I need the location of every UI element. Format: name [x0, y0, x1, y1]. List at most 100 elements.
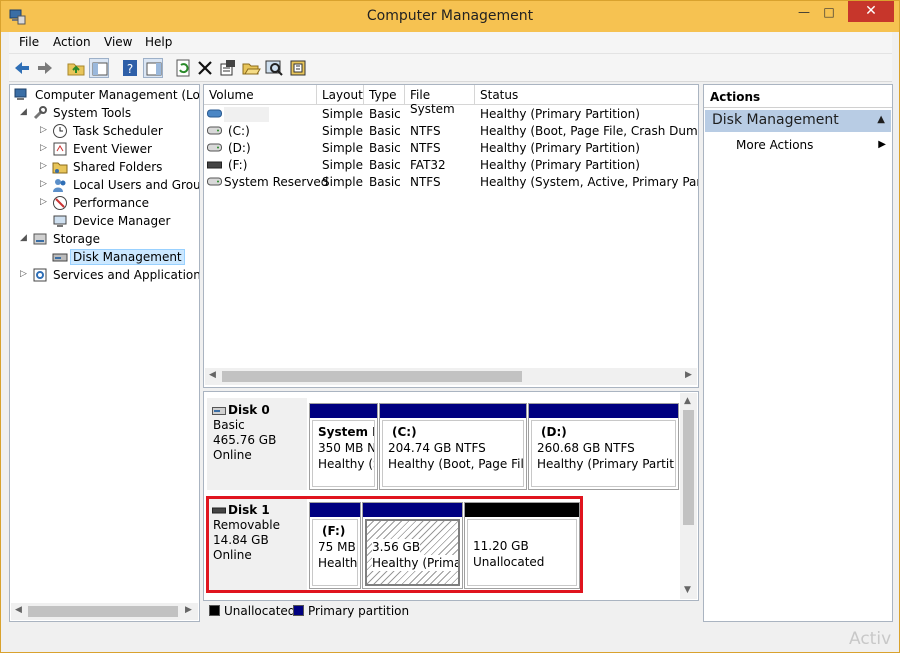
drive-icon: [207, 126, 222, 135]
scrollbar-thumb[interactable]: [28, 606, 178, 617]
volume-layout: Simple: [322, 175, 363, 189]
partition-status: Healthy (Boot, Page File,: [388, 457, 524, 471]
storage-icon: [33, 233, 47, 245]
svg-text:?: ?: [127, 62, 133, 76]
menu-help[interactable]: Help: [145, 35, 172, 49]
column-header-layout[interactable]: Layout: [317, 85, 364, 105]
primary-partition-bar: [529, 404, 678, 418]
scroll-right-icon[interactable]: ▶: [185, 605, 192, 615]
show-hide-tree-icon[interactable]: [89, 58, 109, 78]
legend-primary-partition: Primary partition: [308, 604, 410, 618]
delete-icon[interactable]: [195, 58, 215, 78]
column-header-type[interactable]: Type: [364, 85, 405, 105]
actions-section-disk-management[interactable]: Disk Management ▲: [705, 110, 891, 132]
scroll-left-icon[interactable]: ◀: [209, 370, 216, 380]
collapse-arrow-icon[interactable]: ◢: [20, 233, 30, 243]
tree-label: System Tools: [53, 106, 132, 120]
tree-horizontal-scrollbar[interactable]: ◀ ▶: [11, 603, 198, 620]
show-hide-action-pane-icon[interactable]: [143, 58, 163, 78]
actions-section-title: Disk Management: [712, 112, 839, 128]
maximize-button[interactable]: □: [814, 2, 844, 22]
primary-partition-bar: [380, 404, 526, 418]
table-row[interactable]: (C:) Simple Basic NTFS Healthy (Boot, Pa…: [204, 123, 698, 140]
search-disk-icon[interactable]: [264, 58, 284, 78]
expand-arrow-icon[interactable]: ▷: [40, 179, 50, 189]
volume-type: Basic: [369, 107, 401, 121]
collapse-triangle-icon[interactable]: ▲: [877, 114, 885, 125]
partition-system-reserved[interactable]: System Re 350 MB NT Healthy (S: [309, 403, 378, 490]
forward-icon[interactable]: [35, 58, 55, 78]
column-header-file-system[interactable]: File System: [405, 85, 475, 116]
open-folder-icon[interactable]: [241, 58, 261, 78]
column-header-volume[interactable]: Volume: [204, 85, 317, 105]
disk-0-label[interactable]: Disk 0 Basic 465.76 GB Online: [207, 398, 307, 490]
volume-layout: Simple: [322, 141, 363, 155]
table-row[interactable]: (D:) Simple Basic NTFS Healthy (Primary …: [204, 140, 698, 157]
list-horizontal-scrollbar[interactable]: ◀ ▶: [205, 368, 697, 385]
table-row[interactable]: Simple Basic Healthy (Primary Partition): [204, 106, 698, 123]
submenu-arrow-icon[interactable]: ▶: [878, 139, 886, 150]
expand-arrow-icon[interactable]: ▷: [40, 197, 50, 207]
volume-fs: NTFS: [410, 175, 441, 189]
expand-arrow-icon[interactable]: ▷: [20, 269, 30, 279]
clock-icon: [53, 124, 67, 138]
disk-management-icon: [52, 253, 68, 262]
volume-fs: FAT32: [410, 158, 446, 172]
navigation-tree: Computer Management (Local ◢ System Tool…: [9, 84, 200, 622]
volume-list: Volume Layout Type File System Status Si…: [203, 84, 699, 388]
more-actions-link[interactable]: More Actions: [736, 138, 813, 152]
menu-action[interactable]: Action: [53, 35, 91, 49]
scroll-up-icon[interactable]: ▲: [684, 396, 691, 406]
drive-icon: [207, 143, 222, 152]
table-row[interactable]: System Reserved Simple Basic NTFS Health…: [204, 174, 698, 191]
column-header-status[interactable]: Status: [475, 85, 698, 105]
refresh-icon[interactable]: [173, 58, 193, 78]
disk-name: Disk 0: [228, 403, 270, 417]
menu-file[interactable]: File: [19, 35, 39, 49]
disk-1-highlight: [206, 496, 583, 593]
help-icon[interactable]: ?: [120, 58, 140, 78]
partition-body: (D:) 260.68 GB NTFS Healthy (Primary Par…: [531, 420, 676, 487]
disk-map-vertical-scrollbar[interactable]: ▲ ▼: [680, 393, 697, 599]
menu-view[interactable]: View: [104, 35, 132, 49]
volume-name: (D:): [228, 141, 251, 155]
up-folder-icon[interactable]: [66, 58, 86, 78]
toolbar: ?: [9, 54, 892, 82]
partition-size: 350 MB NT: [318, 441, 374, 455]
scroll-left-icon[interactable]: ◀: [15, 605, 22, 615]
collapse-arrow-icon[interactable]: ◢: [20, 107, 30, 117]
tree-label: Disk Management: [70, 249, 185, 265]
actions-pane: Actions Disk Management ▲ More Actions ▶: [703, 84, 893, 622]
expand-arrow-icon[interactable]: ▷: [40, 143, 50, 153]
volume-name: (F:): [228, 158, 248, 172]
partition-size: 260.68 GB NTFS: [537, 441, 635, 455]
volume-name: (C:): [228, 124, 250, 138]
tree-label: Task Scheduler: [73, 124, 163, 138]
expand-arrow-icon[interactable]: ▷: [40, 161, 50, 171]
title-bar[interactable]: Computer Management — □ ✕: [1, 1, 899, 32]
tree-label: Computer Management (Local: [35, 88, 200, 102]
computer-management-window: Computer Management — □ ✕ File Action Vi…: [0, 0, 900, 653]
disk-settings-icon[interactable]: [288, 58, 308, 78]
scroll-down-icon[interactable]: ▼: [684, 585, 691, 595]
partition-d[interactable]: (D:) 260.68 GB NTFS Healthy (Primary Par…: [528, 403, 679, 490]
volume-layout: Simple: [322, 107, 363, 121]
table-row[interactable]: (F:) Simple Basic FAT32 Healthy (Primary…: [204, 157, 698, 174]
expand-arrow-icon[interactable]: ▷: [40, 125, 50, 135]
partition-status: Healthy (S: [318, 457, 375, 471]
back-icon[interactable]: [12, 58, 32, 78]
volume-drive-icon: [207, 109, 222, 118]
close-button[interactable]: ✕: [848, 1, 894, 22]
partition-c[interactable]: (C:) 204.74 GB NTFS Healthy (Boot, Page …: [379, 403, 527, 490]
shared-folder-icon: [52, 162, 68, 174]
volume-type: Basic: [369, 158, 401, 172]
legend-unallocated: Unallocated: [224, 604, 296, 618]
device-manager-icon: [53, 215, 67, 227]
partition-title: (C:): [392, 425, 417, 439]
properties-icon[interactable]: [218, 58, 238, 78]
disk-kind: Basic: [213, 418, 245, 432]
scroll-right-icon[interactable]: ▶: [685, 370, 692, 380]
scrollbar-thumb[interactable]: [222, 371, 522, 382]
scrollbar-thumb[interactable]: [683, 410, 694, 525]
partition-title: (D:): [541, 425, 567, 439]
